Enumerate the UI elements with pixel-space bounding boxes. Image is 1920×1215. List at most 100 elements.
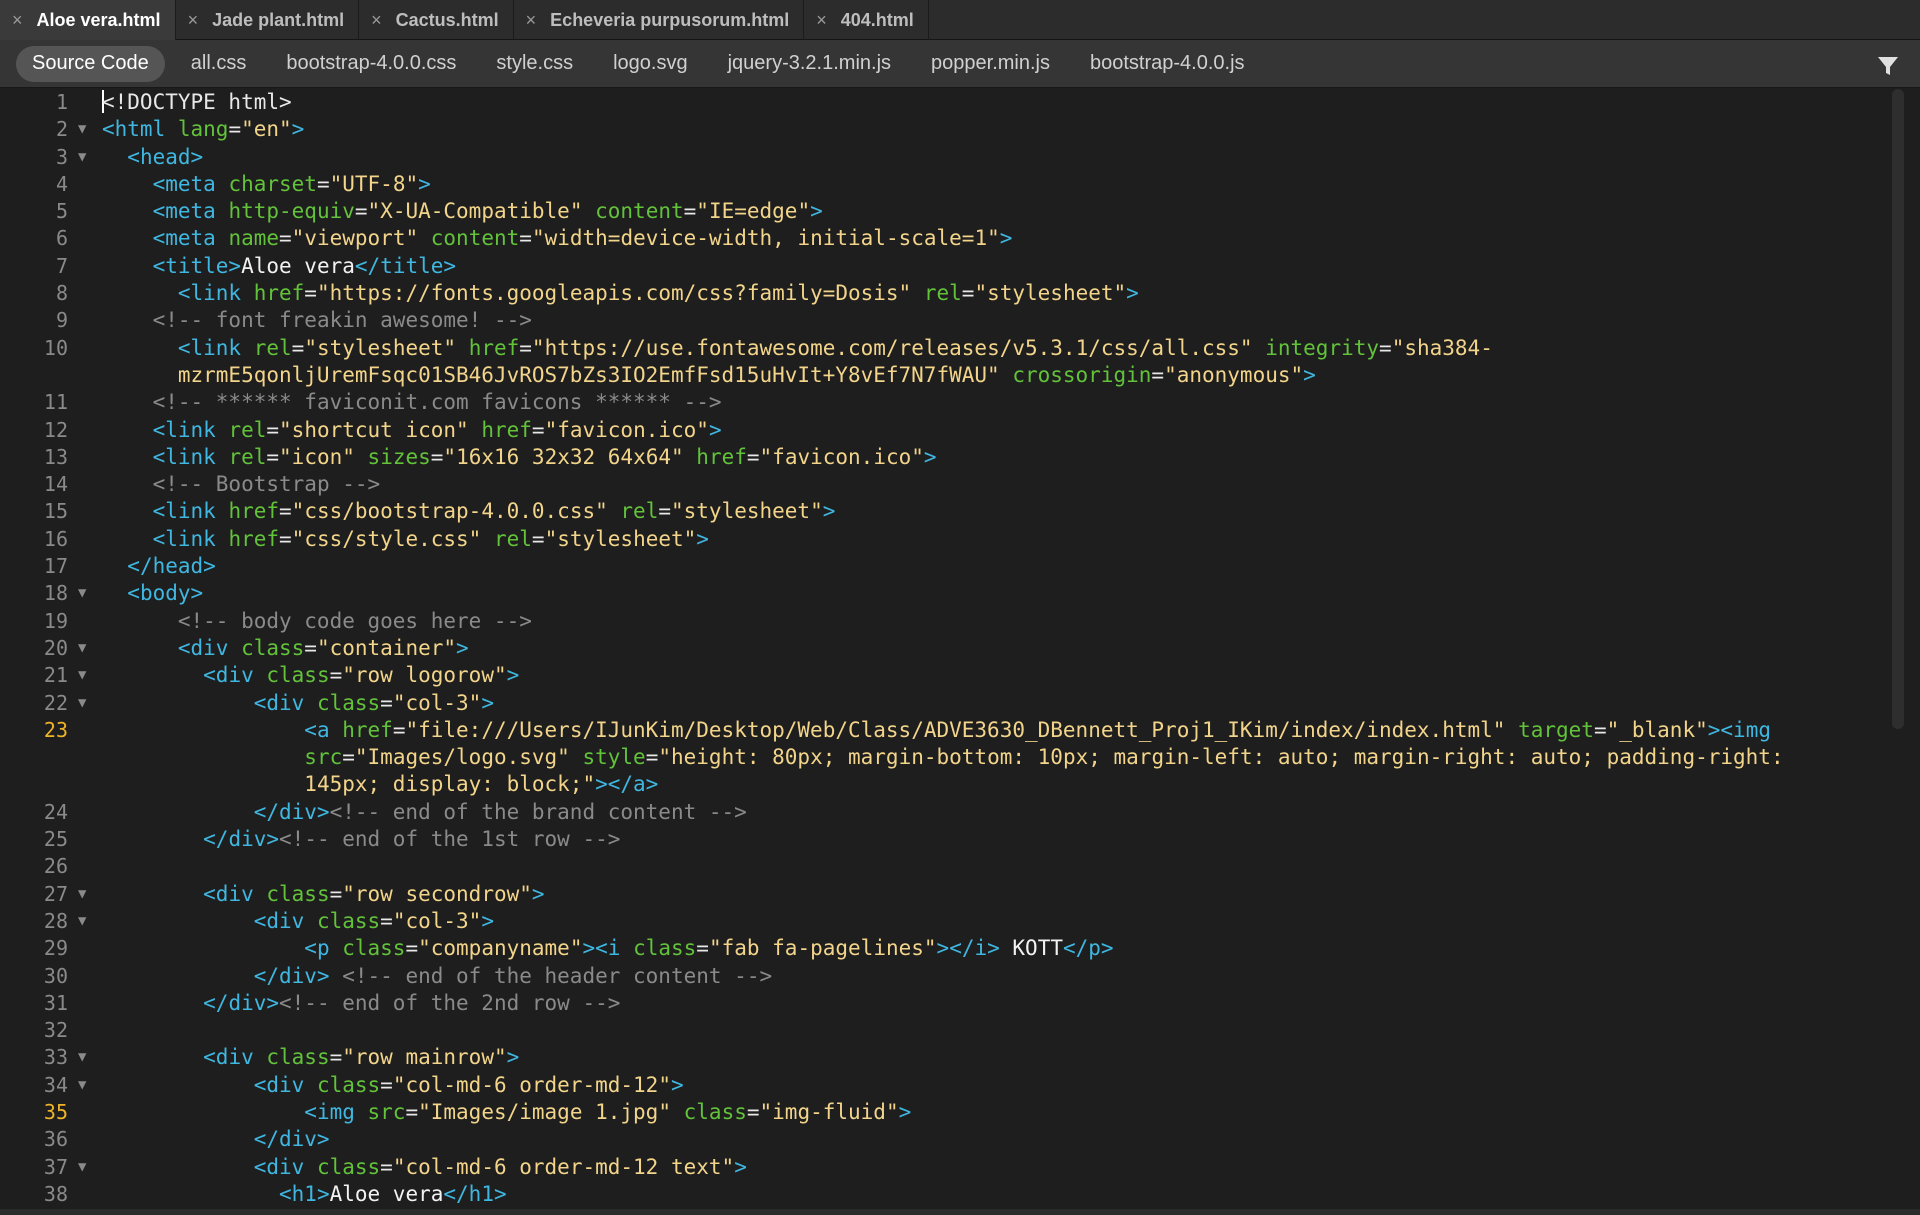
code-token: "X-UA-Compatible" xyxy=(367,199,583,224)
code-line[interactable]: 25 </div><!-- end of the 1st row --> xyxy=(8,826,1888,853)
source-code-button[interactable]: Source Code xyxy=(16,45,165,82)
code-line[interactable]: 31 </div><!-- end of the 2nd row --> xyxy=(8,990,1888,1017)
code-line[interactable]: 4 <meta charset="UTF-8"> xyxy=(8,171,1888,198)
code-line[interactable]: mzrmE5qonljUremFsqc01SB46JvROS7bZs3IO2Em… xyxy=(8,362,1888,389)
doc-tab[interactable]: × Cactus.html xyxy=(359,0,514,40)
code-line[interactable]: 7 <title>Aloe vera</title> xyxy=(8,253,1888,280)
close-tab-icon[interactable]: × xyxy=(12,10,23,31)
doc-tab[interactable]: × Jade plant.html xyxy=(176,0,360,40)
code-line[interactable]: 11 <!-- ****** faviconit.com favicons **… xyxy=(8,389,1888,416)
code-line[interactable]: 20 ▼ <div class="container"> xyxy=(8,635,1888,662)
line-number: 16 xyxy=(43,526,68,551)
code-token: = xyxy=(380,690,393,715)
code-line[interactable]: 35 <img src="Images/image 1.jpg" class="… xyxy=(8,1099,1888,1126)
code-token: <div xyxy=(253,1154,317,1179)
code-area[interactable]: 1 <!DOCTYPE html> 2 ▼ <html lang="en"> 3 ▼ <he… xyxy=(8,89,1888,1208)
code-line[interactable]: 16 <link href="css/style.css" rel="style… xyxy=(8,526,1888,553)
code-line[interactable]: 22 ▼ <div class="col-3"> xyxy=(8,690,1888,717)
code-text: <div class="col-md-6 order-md-12"> xyxy=(102,1072,684,1099)
code-token: "stylesheet" xyxy=(304,335,457,360)
close-tab-icon[interactable]: × xyxy=(816,10,827,31)
fold-toggle-icon[interactable]: ▼ xyxy=(78,1072,92,1099)
filter-icon[interactable] xyxy=(1876,54,1900,78)
code-line[interactable]: 2 ▼ <html lang="en"> xyxy=(8,116,1888,143)
code-line[interactable]: 6 <meta name="viewport" content="width=d… xyxy=(8,225,1888,252)
code-line[interactable]: 10 <link rel="stylesheet" href="https://… xyxy=(8,335,1888,362)
code-token: <!-- font freakin awesome! --> xyxy=(152,308,532,333)
doc-tab[interactable]: × Echeveria purpusorum.html xyxy=(514,0,805,40)
fold-toggle-icon[interactable]: ▼ xyxy=(78,881,92,908)
close-tab-icon[interactable]: × xyxy=(526,10,537,31)
code-line[interactable]: 18 ▼ <body> xyxy=(8,580,1888,607)
related-file-item[interactable]: bootstrap-4.0.0.css xyxy=(266,46,476,82)
line-number: 11 xyxy=(43,390,68,415)
code-line[interactable]: 34 ▼ <div class="col-md-6 order-md-12"> xyxy=(8,1072,1888,1099)
code-token: = xyxy=(304,635,317,660)
code-token: > xyxy=(481,690,494,715)
code-line[interactable]: 15 <link href="css/bootstrap-4.0.0.css" … xyxy=(8,498,1888,525)
fold-toggle-icon[interactable]: ▼ xyxy=(78,690,92,717)
code-token: > xyxy=(506,663,520,688)
fold-toggle-icon[interactable]: ▼ xyxy=(78,662,92,689)
line-number: 17 xyxy=(43,554,68,579)
code-line[interactable]: 30 </div> <!-- end of the header content… xyxy=(8,963,1888,990)
code-token: class xyxy=(683,1099,747,1124)
doc-tab[interactable]: × Aloe vera.html xyxy=(0,0,176,40)
related-file-item[interactable]: style.css xyxy=(476,46,593,82)
code-line[interactable]: 37 ▼ <div class="col-md-6 order-md-12 tex… xyxy=(8,1154,1888,1181)
code-line[interactable]: 17 </head> xyxy=(8,553,1888,580)
code-line[interactable]: 19 <!-- body code goes here --> xyxy=(8,608,1888,635)
related-file-item[interactable]: all.css xyxy=(171,46,267,82)
code-line[interactable]: src="Images/logo.svg" style="height: 80p… xyxy=(8,744,1888,771)
code-text: <div class="col-md-6 order-md-12 text"> xyxy=(102,1154,747,1181)
code-line[interactable]: 9 <!-- font freakin awesome! --> xyxy=(8,307,1888,334)
code-line[interactable]: 23 <a href="file:///Users/IJunKim/Deskto… xyxy=(8,717,1888,744)
fold-toggle-icon[interactable]: ▼ xyxy=(78,116,92,143)
fold-toggle-icon[interactable]: ▼ xyxy=(78,144,92,171)
code-line[interactable]: 5 <meta http-equiv="X-UA-Compatible" con… xyxy=(8,198,1888,225)
code-line[interactable]: 36 </div> xyxy=(8,1126,1888,1153)
code-token: > xyxy=(936,936,950,961)
line-number: 30 xyxy=(43,963,68,988)
close-tab-icon[interactable]: × xyxy=(188,10,199,31)
code-line[interactable]: 32 xyxy=(8,1017,1888,1044)
code-token: "stylesheet" xyxy=(671,499,823,524)
line-number: 3 xyxy=(55,144,68,169)
code-line[interactable]: 1 <!DOCTYPE html> xyxy=(8,89,1888,116)
doc-tab[interactable]: × 404.html xyxy=(804,0,929,40)
code-line[interactable]: 28 ▼ <div class="col-3"> xyxy=(8,908,1888,935)
fold-toggle-icon[interactable]: ▼ xyxy=(78,580,92,607)
fold-toggle-icon[interactable]: ▼ xyxy=(78,1154,92,1181)
related-file-item[interactable]: bootstrap-4.0.0.js xyxy=(1070,46,1265,82)
fold-toggle-icon[interactable]: ▼ xyxy=(78,908,92,935)
fold-toggle-icon[interactable]: ▼ xyxy=(78,1044,92,1071)
code-line[interactable]: 29 <p class="companyname"><i class="fab … xyxy=(8,935,1888,962)
code-line[interactable]: 8 <link href="https://fonts.googleapis.c… xyxy=(8,280,1888,307)
code-line[interactable]: 26 xyxy=(8,853,1888,880)
code-line[interactable]: 145px; display: block;"></a> xyxy=(8,771,1888,798)
code-line[interactable]: 38 <h1>Aloe vera</h1> xyxy=(8,1181,1888,1208)
code-line[interactable]: 3 ▼ <head> xyxy=(8,144,1888,171)
code-token: "col-md-6 order-md-12" xyxy=(392,1072,671,1097)
related-file-item[interactable]: logo.svg xyxy=(593,46,708,82)
related-file-item[interactable]: jquery-3.2.1.min.js xyxy=(708,46,911,82)
code-line[interactable]: 13 <link rel="icon" sizes="16x16 32x32 6… xyxy=(8,444,1888,471)
code-editor[interactable]: 1 <!DOCTYPE html> 2 ▼ <html lang="en"> 3 ▼ <he… xyxy=(8,89,1910,1209)
code-line[interactable]: 24 </div><!-- end of the brand content -… xyxy=(8,799,1888,826)
close-tab-icon[interactable]: × xyxy=(371,10,382,31)
code-token: "en" xyxy=(241,117,292,142)
fold-toggle-icon[interactable]: ▼ xyxy=(78,635,92,662)
code-line[interactable]: 14 <!-- Bootstrap --> xyxy=(8,471,1888,498)
code-line[interactable]: 33 ▼ <div class="row mainrow"> xyxy=(8,1044,1888,1071)
code-line[interactable]: 12 <link rel="shortcut icon" href="favic… xyxy=(8,417,1888,444)
code-line[interactable]: 21 ▼ <div class="row logorow"> xyxy=(8,662,1888,689)
vertical-scrollbar[interactable] xyxy=(1892,89,1904,729)
code-token: "https://fonts.googleapis.com/css?family… xyxy=(316,281,912,306)
code-text: mzrmE5qonljUremFsqc01SB46JvROS7bZs3IO2Em… xyxy=(102,362,1316,389)
related-file-item[interactable]: popper.min.js xyxy=(911,46,1070,82)
code-line[interactable]: 27 ▼ <div class="row secondrow"> xyxy=(8,881,1888,908)
code-token: > xyxy=(506,1045,520,1070)
